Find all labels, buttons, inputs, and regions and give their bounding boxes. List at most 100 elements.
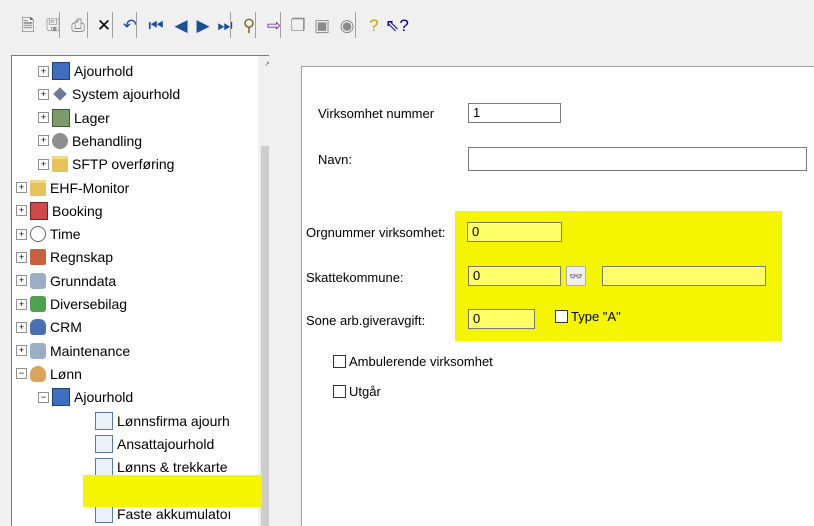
sone-input[interactable]: 0	[468, 309, 535, 329]
expand-plus-icon[interactable]: +	[16, 228, 27, 240]
help-question-icon: ?	[369, 15, 379, 35]
tree-item-label: Ajourhold	[74, 389, 134, 406]
save-button[interactable]: 🖫	[42, 13, 64, 37]
tree-item[interactable]: + CRM	[16, 316, 82, 338]
expand-plus-icon[interactable]: +	[16, 321, 27, 333]
utgar-checkbox-box[interactable]	[333, 385, 346, 398]
tree-item-label: Booking	[52, 202, 103, 219]
first-record-button[interactable]: ⏮	[145, 13, 167, 37]
tree-item-label: EHF-Monitor	[50, 179, 130, 196]
last-record-button[interactable]: ⏭	[214, 13, 236, 37]
document-icon	[95, 411, 113, 430]
scrollbar-thumb[interactable]	[261, 146, 269, 526]
tree-item[interactable]: − Lønn	[16, 363, 82, 385]
attach-icon: ▣	[313, 15, 331, 35]
tree-item[interactable]: + Diversebilag	[16, 293, 127, 315]
tree-item-label: Grunndata	[50, 272, 117, 289]
expand-plus-icon[interactable]: +	[38, 112, 49, 124]
tree-highlight-marker	[83, 475, 262, 507]
expand-plus-icon[interactable]: +	[16, 182, 27, 193]
export-button[interactable]: ⇨	[263, 13, 285, 37]
document-icon	[95, 434, 113, 453]
toolbar-separator	[59, 12, 60, 38]
toolbar-separator	[136, 12, 137, 38]
collapse-minus-icon[interactable]: −	[38, 391, 49, 403]
tree-item-label: Maintenance	[50, 342, 131, 359]
tree-item[interactable]: + SFTP overføring	[38, 153, 174, 175]
navigation-tree[interactable]: ^ + Ajourhold + System ajourhold + Lager + Beha…	[11, 55, 269, 526]
tree-item[interactable]: + Grunndata	[16, 270, 116, 292]
tree-item-label: Lønns & trekkarte	[117, 459, 228, 476]
tree-item[interactable]: + Behandling	[38, 130, 142, 152]
collapse-minus-icon[interactable]: −	[16, 368, 27, 380]
expand-plus-icon[interactable]: +	[38, 158, 49, 170]
find-button[interactable]: ⚲	[238, 13, 260, 37]
tree-item-label: SFTP overføring	[72, 156, 175, 173]
tree-item[interactable]: Lønnsfirma ajourh	[80, 410, 230, 432]
tree-vertical-scrollbar[interactable]: ^	[258, 56, 269, 526]
virksomhet-nummer-input[interactable]: 1	[468, 103, 561, 123]
database-icon	[30, 342, 46, 359]
tree-item-label: Lager	[74, 109, 110, 126]
next-record-icon: ▶	[196, 15, 210, 35]
virksomhet-nummer-label: Virksomhet nummer	[318, 106, 435, 121]
expand-plus-icon[interactable]: +	[16, 345, 27, 357]
delete-x-icon: ✕	[96, 15, 112, 35]
copy-button[interactable]: ❐	[287, 13, 309, 37]
tree-item[interactable]: Ansattajourhold	[80, 433, 214, 455]
record-info-icon: ◉	[339, 15, 355, 35]
tree-item[interactable]: + EHF-Monitor	[16, 177, 129, 199]
skattekommune-name-input[interactable]	[602, 266, 766, 286]
panel-splitter[interactable]	[272, 55, 286, 525]
new-record-button[interactable]: 🗎	[17, 13, 39, 37]
wrench-icon	[53, 87, 67, 102]
expand-plus-icon[interactable]: +	[16, 251, 27, 263]
document-icon	[95, 458, 113, 477]
skattekommune-input[interactable]: 0	[468, 266, 561, 286]
expand-plus-icon[interactable]: +	[38, 88, 49, 100]
first-record-icon: ⏮	[148, 15, 164, 35]
utgar-checkbox[interactable]: Utgår	[333, 384, 381, 399]
undo-button[interactable]: ↶	[119, 13, 141, 37]
tree-item-label: Lønnsfirma ajourh	[117, 412, 230, 429]
type-a-checkbox[interactable]: Type "A"	[555, 309, 621, 324]
tree-item[interactable]: + Booking	[16, 200, 103, 222]
expand-plus-icon[interactable]: +	[38, 65, 49, 77]
type-a-checkbox-box[interactable]	[555, 310, 568, 323]
ambulerende-checkbox-box[interactable]	[333, 355, 346, 368]
previous-record-button[interactable]: ◀	[170, 13, 192, 37]
expand-plus-icon[interactable]: +	[16, 275, 27, 287]
tree-item-label: Regnskap	[50, 249, 114, 266]
tree-item[interactable]: − Ajourhold	[38, 386, 133, 408]
attach-button[interactable]: ▣	[311, 13, 333, 37]
help-button[interactable]: ?	[363, 13, 385, 37]
tree-item[interactable]: + System ajourhold	[38, 83, 180, 105]
tree-item-label: Behandling	[72, 132, 143, 149]
orgnummer-input[interactable]: 0	[467, 222, 562, 242]
expand-plus-icon[interactable]: +	[38, 135, 49, 147]
tree-item[interactable]: + Regnskap	[16, 246, 113, 268]
tree-item[interactable]: + Time	[16, 223, 81, 245]
expand-plus-icon[interactable]: +	[16, 298, 27, 310]
tree-item[interactable]: + Lager	[38, 107, 110, 129]
gear-icon	[52, 132, 68, 149]
navn-input[interactable]	[468, 147, 807, 171]
binoculars-icon[interactable]: 👓	[566, 266, 586, 286]
expand-plus-icon[interactable]: +	[16, 205, 27, 217]
person-icon	[30, 365, 46, 382]
grid-icon	[52, 108, 70, 127]
tree-item[interactable]: + Ajourhold	[38, 60, 133, 82]
green-folder-icon	[30, 296, 46, 312]
tree-item-label: Faste akkumulatoı	[117, 505, 232, 522]
type-a-label: Type "A"	[571, 309, 621, 324]
folder-icon	[52, 156, 68, 173]
document-icon	[95, 504, 113, 523]
copy-icon: ❐	[290, 15, 306, 35]
tree-item[interactable]: + Maintenance	[16, 340, 130, 362]
ambulerende-checkbox[interactable]: Ambulerende virksomhet	[333, 354, 493, 369]
next-record-button[interactable]: ▶	[192, 13, 214, 37]
orgnummer-label: Orgnummer virksomhet:	[306, 225, 446, 240]
context-help-button[interactable]: ⇖?	[385, 13, 409, 37]
print-button[interactable]: ⎙	[67, 13, 89, 37]
scroll-up-arrow-icon[interactable]: ^	[258, 56, 269, 76]
